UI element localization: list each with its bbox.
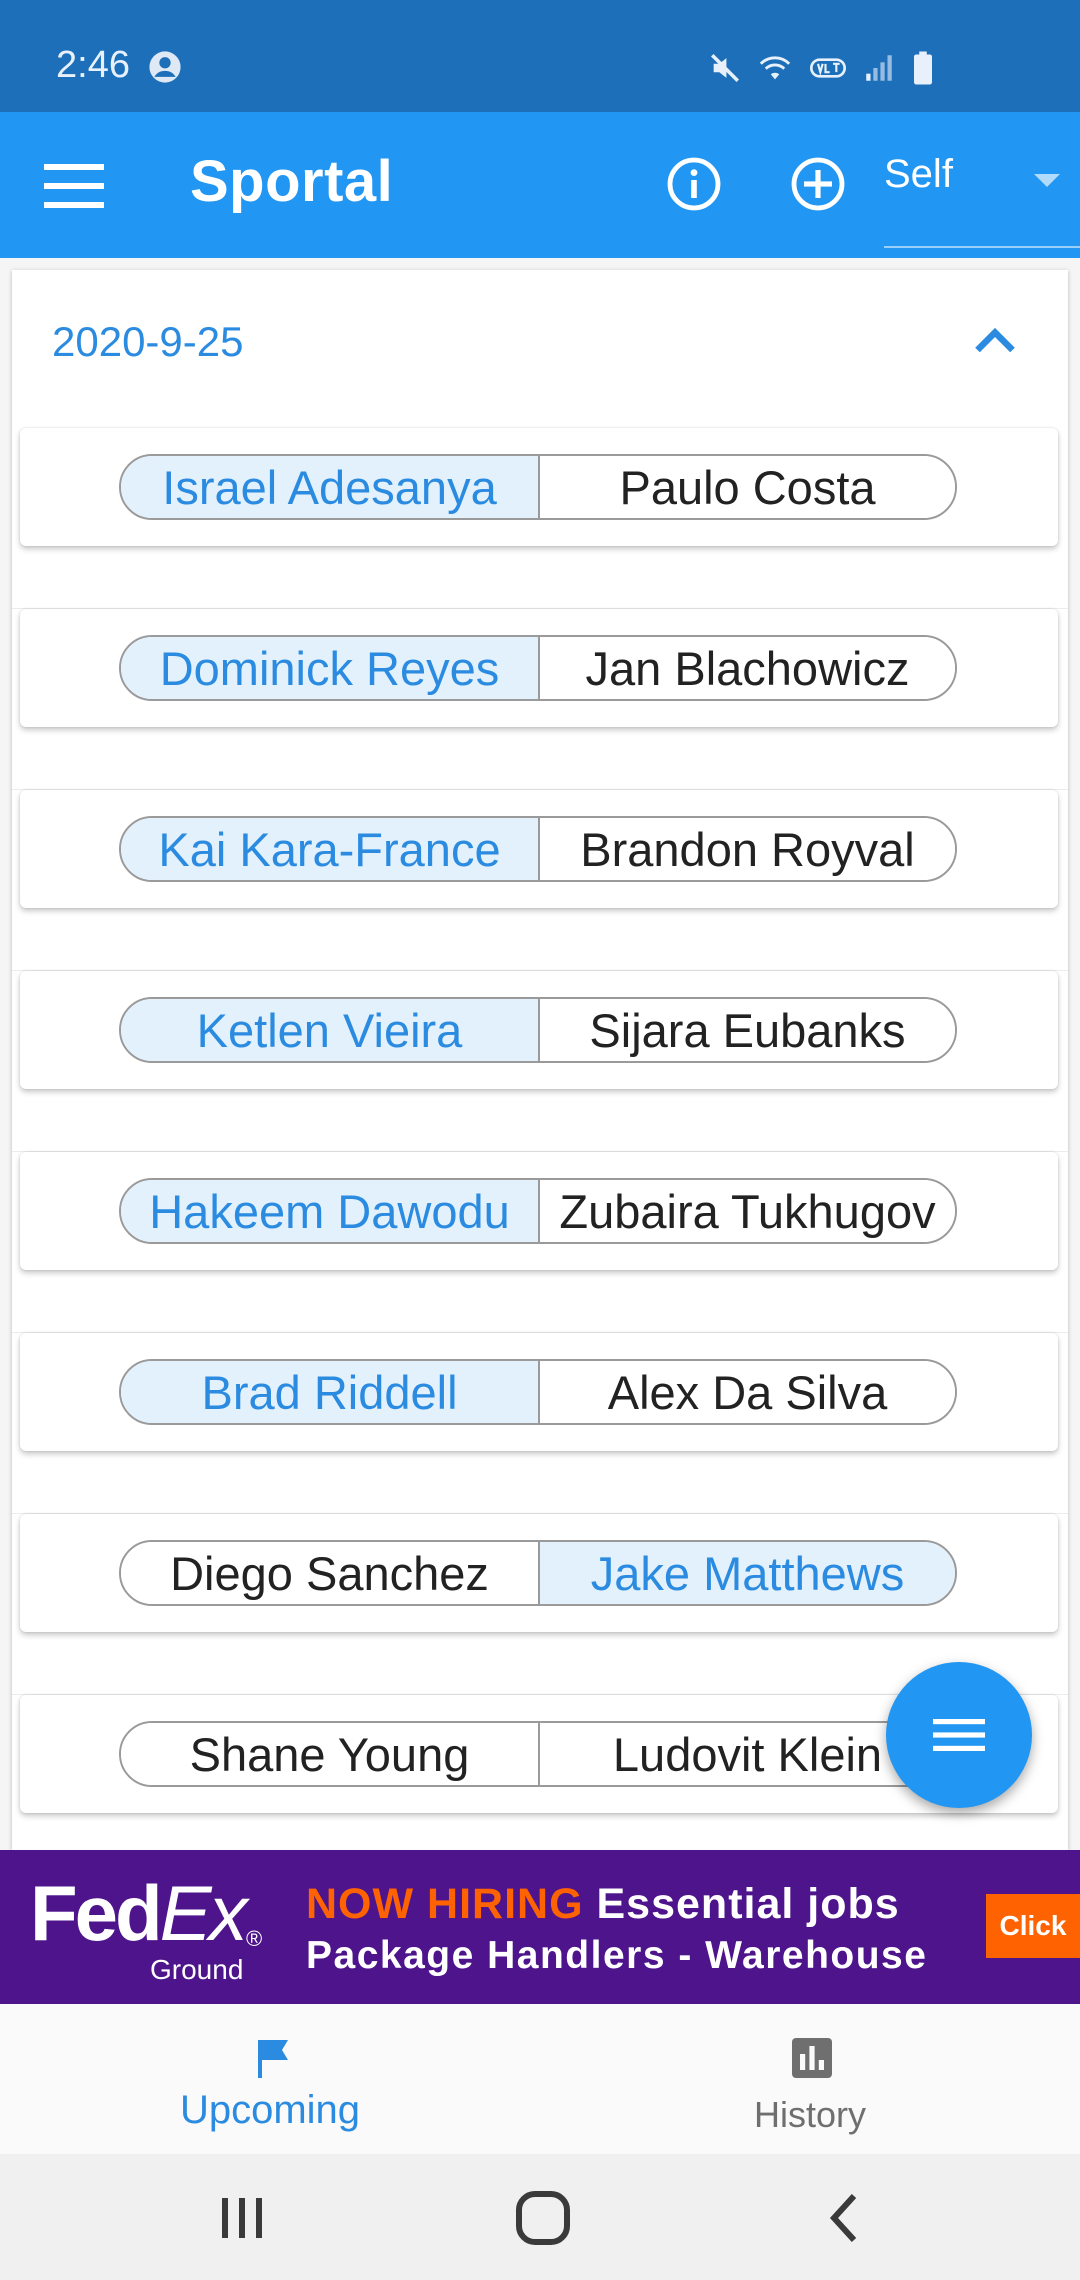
dropdown-arrow-icon	[1034, 174, 1060, 187]
status-icons	[708, 46, 936, 90]
fight-card: Dominick Reyes Jan Blachowicz	[20, 609, 1058, 727]
home-icon[interactable]	[513, 2190, 573, 2246]
fighter-option-right[interactable]: Brandon Royval	[538, 818, 955, 880]
fight-row: Dominick Reyes Jan Blachowicz	[12, 609, 1068, 790]
mute-icon	[710, 53, 740, 83]
fight-card: Kai Kara-France Brandon Royval	[20, 790, 1058, 908]
nav-history-label: History	[753, 2094, 866, 2135]
app-title: Sportal	[190, 149, 394, 214]
status-bar: 2:46	[0, 0, 1080, 112]
fighter-pick-toggle: Dominick Reyes Jan Blachowicz	[119, 635, 957, 701]
fab-menu-button[interactable]	[886, 1662, 1032, 1808]
ad-brand-ex: Ex	[159, 1869, 248, 1957]
fight-card: Hakeem Dawodu Zubaira Tukhugov	[20, 1152, 1058, 1270]
fighter-pick-toggle: Ketlen Vieira Sijara Eubanks	[119, 997, 957, 1063]
ad-subline: Package Handlers - Warehouse	[306, 1934, 928, 1977]
add-circle-icon[interactable]	[790, 156, 846, 212]
ad-headline-highlight: NOW HIRING	[306, 1880, 584, 1928]
fighter-option-right[interactable]: Jan Blachowicz	[538, 637, 955, 699]
fighter-pick-toggle: Kai Kara-France Brandon Royval	[119, 816, 957, 882]
menu-lines-icon	[933, 1719, 985, 1751]
fighter-option-left[interactable]: Israel Adesanya	[121, 456, 538, 518]
fighter-option-right[interactable]: Sijara Eubanks	[538, 999, 955, 1061]
fight-card: Brad Riddell Alex Da Silva	[20, 1333, 1058, 1451]
nav-upcoming-label: Upcoming	[179, 2088, 361, 2132]
nav-upcoming[interactable]: Upcoming	[0, 2004, 540, 2154]
fighter-option-left[interactable]: Hakeem Dawodu	[121, 1180, 538, 1242]
battery-icon	[914, 51, 932, 85]
ad-brand: Fed	[30, 1869, 163, 1957]
fighter-option-right[interactable]: Paulo Costa	[538, 456, 955, 518]
wifi-icon	[759, 56, 791, 80]
app-bar: Sportal Self	[0, 112, 1080, 258]
fighter-pick-toggle: Hakeem Dawodu Zubaira Tukhugov	[119, 1178, 957, 1244]
fighter-pick-toggle: Brad Riddell Alex Da Silva	[119, 1359, 957, 1425]
flag-icon	[258, 2040, 288, 2078]
fight-card: Israel Adesanya Paulo Costa	[20, 428, 1058, 546]
back-icon[interactable]	[816, 2190, 876, 2246]
ad-registered-mark: ®	[246, 1926, 263, 1951]
account-circle-icon	[149, 51, 181, 83]
event-header[interactable]: 2020-9-25	[12, 270, 1068, 420]
volte-icon	[810, 58, 846, 78]
ad-logo: FedEx	[30, 1868, 248, 1959]
system-nav-bar	[0, 2154, 1080, 2280]
user-select-value: Self	[884, 152, 953, 196]
info-icon[interactable]	[666, 156, 722, 212]
hamburger-menu-icon[interactable]	[44, 164, 104, 208]
fighter-option-left[interactable]: Ketlen Vieira	[121, 999, 538, 1061]
fighter-pick-toggle: Israel Adesanya Paulo Costa	[119, 454, 957, 520]
fight-list: Israel Adesanya Paulo Costa Dominick Reyes…	[12, 428, 1068, 1850]
fighter-option-left[interactable]: Brad Riddell	[121, 1361, 538, 1423]
nav-history[interactable]: History	[540, 2004, 1080, 2154]
ad-headline-rest: Essential jobs	[596, 1880, 900, 1928]
recent-apps-icon[interactable]	[212, 2190, 272, 2246]
event-panel: 2020-9-25 Israel Adesanya Paulo Costa Domi…	[12, 270, 1068, 1850]
fight-card: Diego Sanchez Jake Matthews	[20, 1514, 1058, 1632]
chevron-up-icon[interactable]	[970, 320, 1020, 360]
fighter-option-left[interactable]: Kai Kara-France	[121, 818, 538, 880]
signal-icon	[866, 55, 892, 81]
ad-banner[interactable]: FedEx ® Ground NOW HIRING Essential jobs…	[0, 1850, 1080, 2004]
fight-row: Kai Kara-France Brandon Royval	[12, 790, 1068, 971]
bar-chart-icon	[792, 2038, 832, 2078]
bottom-nav: Upcoming History	[0, 2004, 1080, 2154]
status-time: 2:46	[56, 44, 130, 86]
fighter-option-right[interactable]: Alex Da Silva	[538, 1361, 955, 1423]
fight-row: Ketlen Vieira Sijara Eubanks	[12, 971, 1068, 1152]
ad-click-button[interactable]: Click	[986, 1894, 1080, 1958]
fighter-option-left[interactable]: Diego Sanchez	[121, 1542, 538, 1604]
fight-row: Hakeem Dawodu Zubaira Tukhugov	[12, 1152, 1068, 1333]
fighter-option-right[interactable]: Zubaira Tukhugov	[538, 1180, 955, 1242]
user-select[interactable]: Self	[884, 140, 1080, 248]
fighter-pick-toggle: Diego Sanchez Jake Matthews	[119, 1540, 957, 1606]
fighter-pick-toggle: Shane Young Ludovit Klein	[119, 1721, 957, 1787]
ad-headline: NOW HIRING Essential jobs	[306, 1880, 900, 1929]
fight-row: Israel Adesanya Paulo Costa	[12, 428, 1068, 609]
fighter-option-right[interactable]: Jake Matthews	[538, 1542, 955, 1604]
fight-row: Brad Riddell Alex Da Silva	[12, 1333, 1068, 1514]
fight-card: Ketlen Vieira Sijara Eubanks	[20, 971, 1058, 1089]
fighter-option-left[interactable]: Dominick Reyes	[121, 637, 538, 699]
event-date: 2020-9-25	[52, 318, 244, 365]
fight-row: Diego Sanchez Jake Matthews	[12, 1514, 1068, 1695]
fighter-option-left[interactable]: Shane Young	[121, 1723, 538, 1785]
ad-brand-sub: Ground	[150, 1954, 244, 1985]
